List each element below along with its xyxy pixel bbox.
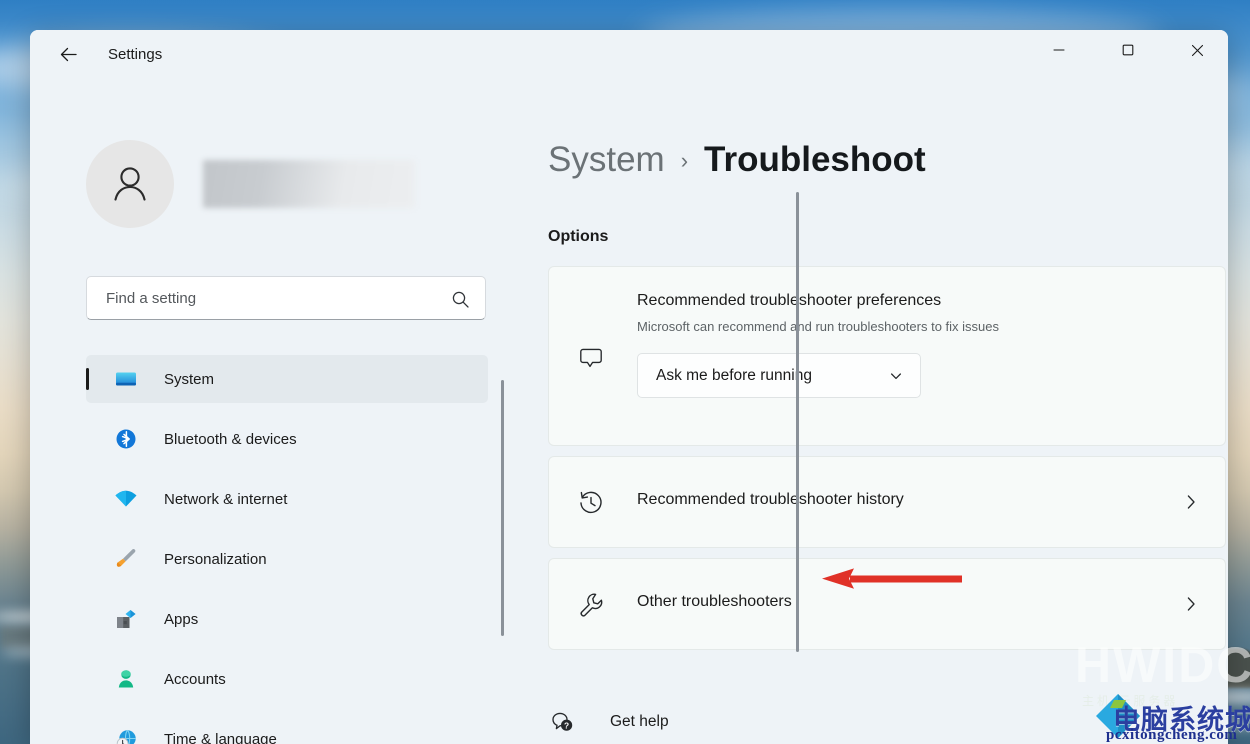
magnifier-glyph — [452, 291, 469, 308]
page-title: Troubleshoot — [704, 140, 926, 179]
search-icon[interactable] — [449, 288, 471, 310]
account-name-redacted — [203, 160, 415, 208]
svg-text:?: ? — [564, 720, 569, 730]
paintbrush-icon — [112, 545, 140, 573]
card-description: Microsoft can recommend and run troubles… — [637, 319, 1000, 334]
card-recommended-troubleshooter-preferences: Recommended troubleshooter preferences M… — [548, 266, 1226, 446]
bluetooth-icon — [112, 425, 140, 453]
card-title: Recommended troubleshooter preferences — [637, 292, 942, 309]
sidebar-item-label: Time & language — [164, 730, 277, 744]
sidebar-item-label: Accounts — [164, 670, 226, 688]
sidebar-nav: System Bluetooth & devices Network & int… — [86, 355, 488, 744]
back-arrow-icon — [60, 47, 77, 61]
monitor-icon — [112, 365, 140, 393]
card-other-troubleshooters[interactable]: Other troubleshooters — [548, 558, 1226, 650]
recommended-troubleshooter-preference-dropdown[interactable]: Ask me before running — [637, 353, 921, 398]
maximize-icon — [1122, 44, 1134, 56]
title-bar: Settings — [30, 30, 1228, 78]
breadcrumb-separator-icon: › — [680, 148, 689, 173]
sidebar-item-accounts[interactable]: Accounts — [86, 655, 488, 703]
avatar — [86, 140, 174, 228]
breadcrumb-parent-link[interactable]: System — [548, 140, 665, 180]
person-avatar-icon — [114, 167, 146, 201]
apps-icon — [112, 605, 140, 633]
main-content: System › Troubleshoot Options Recommende… — [490, 78, 1228, 744]
sidebar-item-label: Bluetooth & devices — [164, 430, 297, 448]
wifi-icon — [112, 485, 140, 513]
chevron-right-icon — [1183, 491, 1199, 513]
history-clock-icon — [574, 486, 608, 520]
speech-bubble-icon — [574, 340, 608, 374]
account-icon — [112, 665, 140, 693]
chevron-down-icon — [889, 369, 903, 383]
sidebar-item-bluetooth-devices[interactable]: Bluetooth & devices — [86, 415, 488, 463]
sidebar-item-label: Network & internet — [164, 490, 288, 508]
account-summary[interactable] — [86, 140, 415, 228]
close-icon — [1191, 44, 1203, 56]
sidebar-item-label: Personalization — [164, 550, 267, 568]
close-button[interactable] — [1174, 30, 1220, 70]
maximize-button[interactable] — [1105, 30, 1151, 70]
card-title: Other troubleshooters — [637, 593, 792, 610]
search-input[interactable] — [104, 288, 428, 308]
app-title: Settings — [108, 45, 163, 63]
settings-window: Settings Find a setting System Bluetooth… — [30, 30, 1228, 744]
section-heading-options: Options — [548, 228, 609, 245]
sidebar-item-network-internet[interactable]: Network & internet — [86, 475, 488, 523]
sidebar-item-time-language[interactable]: Time & language — [86, 715, 488, 744]
sidebar-item-label: System — [164, 370, 215, 388]
sidebar-item-apps[interactable]: Apps — [86, 595, 488, 643]
clock-globe-icon — [112, 725, 140, 744]
sidebar: System Bluetooth & devices — [30, 78, 490, 744]
dropdown-selected-value: Ask me before running — [656, 366, 812, 384]
sidebar-item-system[interactable]: System — [86, 355, 488, 403]
back-button[interactable] — [50, 38, 86, 70]
card-recommended-troubleshooter-history[interactable]: Recommended troubleshooter history — [548, 456, 1226, 548]
card-title: Recommended troubleshooter history — [637, 491, 904, 508]
help-bubble-icon: ? — [548, 708, 576, 736]
main-scrollbar[interactable] — [796, 192, 799, 652]
sidebar-item-personalization[interactable]: Personalization — [86, 535, 488, 583]
wrench-icon — [574, 588, 608, 622]
footer-link-label: Get help — [610, 713, 669, 730]
minimize-button[interactable] — [1036, 30, 1082, 70]
breadcrumb: System › Troubleshoot — [548, 140, 926, 180]
chevron-right-icon — [1183, 593, 1199, 615]
sidebar-item-label: Apps — [164, 610, 199, 628]
minimize-icon — [1053, 49, 1065, 51]
get-help-link[interactable]: ? Get help — [548, 708, 669, 736]
search-box[interactable] — [86, 276, 486, 320]
